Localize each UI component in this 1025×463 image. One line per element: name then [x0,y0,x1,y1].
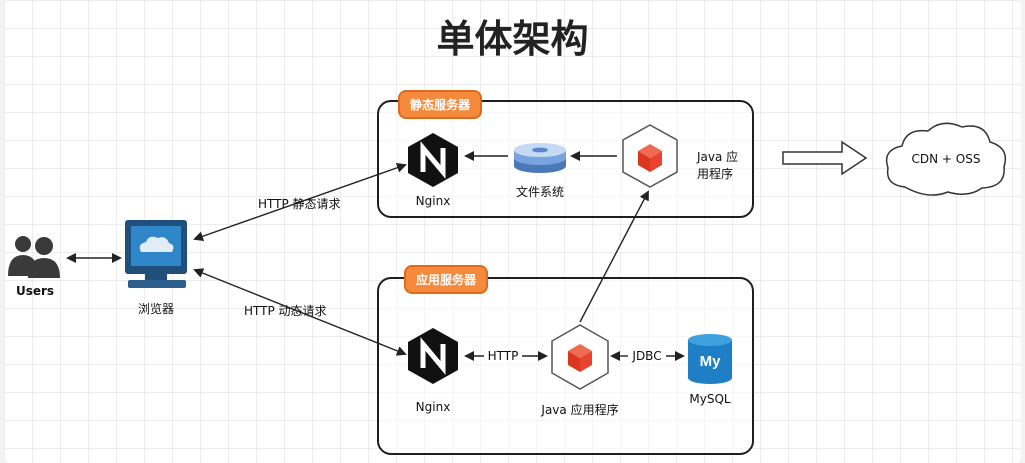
static-java-cube-icon [622,124,678,188]
users-icon [8,236,60,278]
app-java-label: Java 应用程序 [541,403,619,417]
http-dynamic-request-label: HTTP 动态请求 [244,304,327,318]
static-java-label-line2: 用程序 [697,167,734,181]
file-system-icon [514,143,566,173]
browser-icon [125,220,187,288]
static-nginx-icon [408,133,458,187]
file-system-label: 文件系统 [515,185,565,199]
static-nginx-label: Nginx [415,194,451,208]
http-link-label: HTTP [487,349,519,363]
app-nginx-icon [408,328,458,384]
mysql-label: MySQL [689,392,731,406]
jdbc-link-label: JDBC [632,349,662,363]
app-java-cube-icon [551,324,609,390]
users-label: Users [15,284,55,298]
diagram-svg: My [8,122,1007,390]
app-nginx-label: Nginx [415,400,451,414]
cdn-hollow-arrow [782,140,868,176]
mysql-icon: My [688,334,732,384]
app-to-static-java-arrow [579,190,649,323]
static-java-label-line1: Java 应 [697,150,739,164]
http-static-request-label: HTTP 静态请求 [258,197,341,211]
browser-label: 浏览器 [137,302,175,316]
cdn-label: CDN + OSS [911,152,981,166]
mysql-logo-text: My [700,353,721,370]
